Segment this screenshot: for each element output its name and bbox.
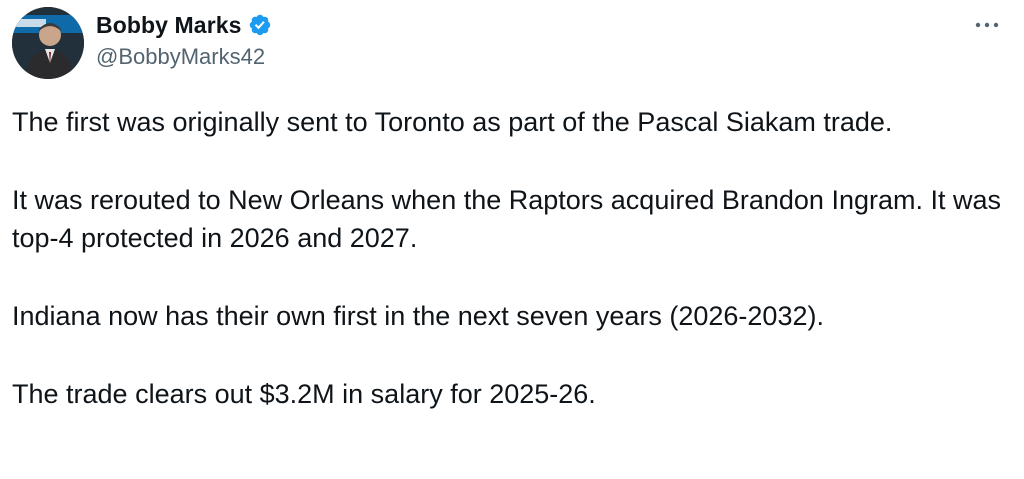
verified-badge-icon <box>248 13 272 37</box>
tweet-paragraph: The first was originally sent to Toronto… <box>12 107 893 137</box>
more-options-button[interactable] <box>970 12 1004 38</box>
more-options-icon <box>974 16 1000 34</box>
author-handle[interactable]: @BobbyMarks42 <box>96 44 265 70</box>
tweet-paragraph: It was rerouted to New Orleans when the … <box>12 185 1001 253</box>
tweet-card: Bobby Marks @BobbyMarks42 The first was … <box>0 0 1024 479</box>
tweet-paragraph: The trade clears out $3.2M in salary for… <box>12 379 596 409</box>
profile-photo <box>12 7 84 79</box>
author-display-name[interactable]: Bobby Marks <box>96 12 242 39</box>
author-name-row: Bobby Marks <box>96 8 272 42</box>
tweet-text: The first was originally sent to Toronto… <box>12 103 1002 413</box>
tweet-paragraph: Indiana now has their own first in the n… <box>12 301 824 331</box>
avatar[interactable] <box>12 7 84 79</box>
